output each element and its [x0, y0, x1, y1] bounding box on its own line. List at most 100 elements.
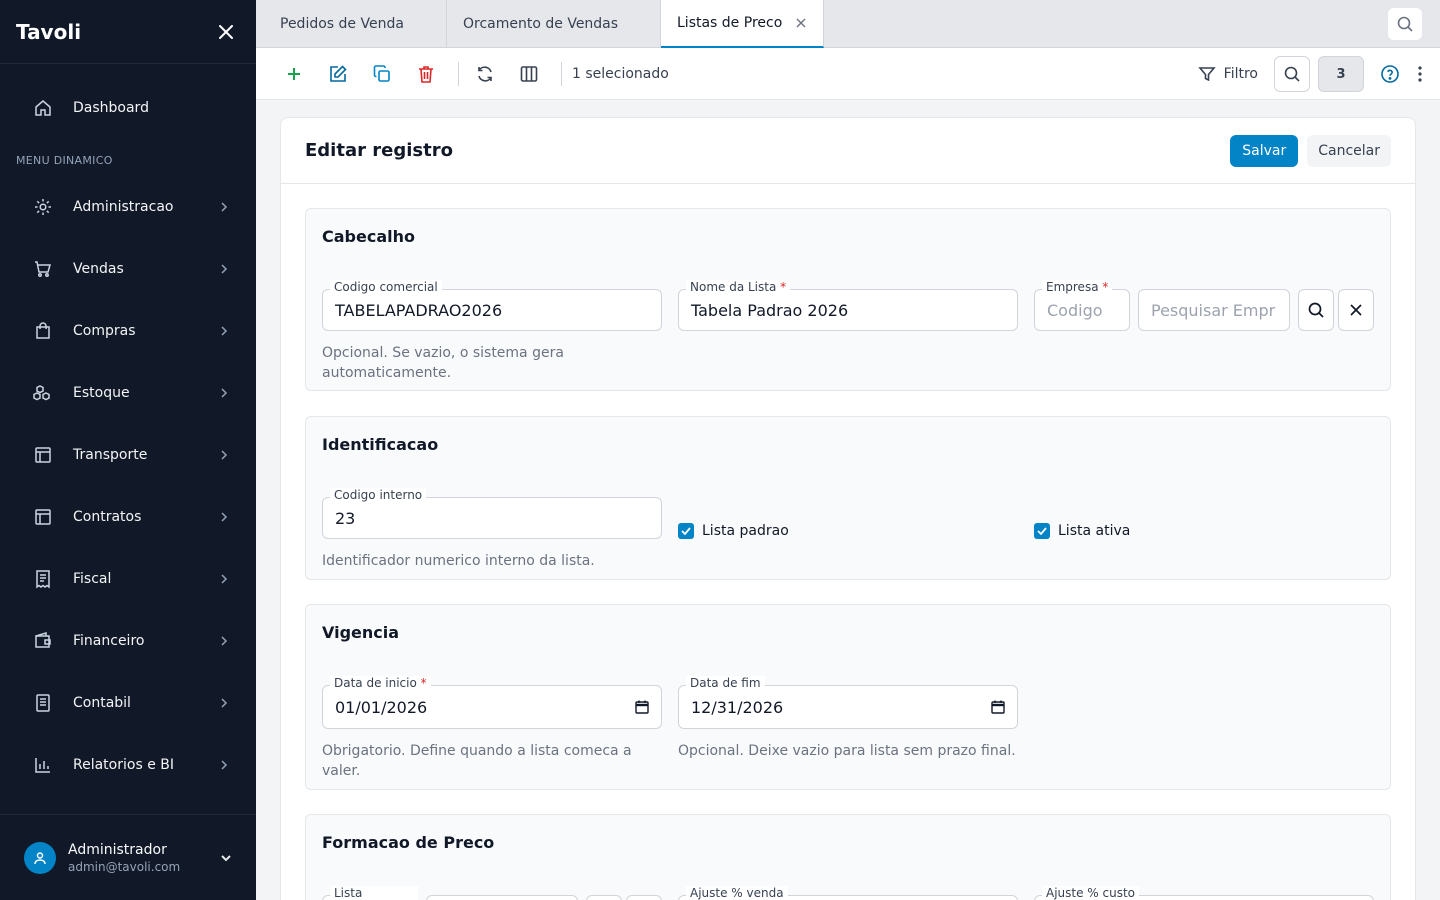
sidebar-item-dashboard[interactable]: Dashboard: [0, 86, 256, 130]
required-mark: *: [780, 280, 787, 294]
copy-icon: [373, 64, 390, 82]
lista-padrao-checkbox[interactable]: Lista padrao: [678, 523, 789, 539]
wallet-icon: [35, 631, 51, 648]
check-icon: [1037, 527, 1047, 535]
toolbar-divider: [561, 61, 562, 86]
empresa-search-placeholder: Pesquisar Empr: [1151, 300, 1276, 320]
tab-orcamento-de-vendas[interactable]: Orcamento de Vendas: [447, 0, 661, 48]
sidebar-item-label: Estoque: [73, 385, 130, 401]
calendar-icon[interactable]: [991, 700, 1005, 714]
panel-formacao-preco: Formacao de Preco Lista herdada Ajuste %…: [305, 814, 1391, 900]
section-title: Vigencia: [322, 623, 400, 642]
lista-herdada-search-input[interactable]: [426, 895, 578, 900]
edit-button[interactable]: [322, 58, 354, 90]
checkbox-label: Lista ativa: [1058, 523, 1131, 539]
calendar-icon[interactable]: [635, 700, 649, 714]
nome-lista-input[interactable]: Tabela Padrao 2026: [678, 289, 1018, 331]
empresa-code-placeholder: Codigo: [1047, 300, 1103, 320]
date-value: 01/01/2026: [335, 697, 428, 717]
checkbox-checked[interactable]: [678, 523, 694, 539]
edit-icon: [330, 64, 347, 82]
label-text: Nome da Lista: [690, 280, 777, 294]
required-mark: *: [1102, 280, 1109, 294]
sidebar-item-contratos[interactable]: Contratos: [0, 486, 256, 548]
search-icon: [1284, 66, 1300, 82]
tab-pedidos-de-venda[interactable]: Pedidos de Venda: [256, 0, 447, 48]
user-email: admin@tavoli.com: [68, 859, 181, 874]
empresa-clear-button[interactable]: [1338, 289, 1374, 331]
delete-button[interactable]: [410, 58, 442, 90]
chevron-right-icon: [221, 388, 228, 398]
sidebar-item-administracao[interactable]: Administracao: [0, 176, 256, 238]
check-icon: [681, 527, 691, 535]
field-help: Opcional. Deixe vazio para lista sem pra…: [678, 743, 1016, 759]
close-icon: [1350, 304, 1362, 316]
sidebar-item-vendas[interactable]: Vendas: [0, 238, 256, 300]
more-options-button[interactable]: [1418, 66, 1422, 82]
lista-ativa-checkbox[interactable]: Lista ativa: [1034, 523, 1130, 539]
toolbar-actions: Filtro 3: [1197, 56, 1422, 92]
tab-bar: Pedidos de Venda Orcamento de Vendas Lis…: [256, 0, 1440, 48]
record-count-badge[interactable]: 3: [1318, 56, 1364, 92]
refresh-button[interactable]: [469, 58, 501, 90]
sidebar-item-transporte[interactable]: Transporte: [0, 424, 256, 486]
sidebar-item-relatorios[interactable]: Relatorios e BI: [0, 734, 256, 796]
duplicate-button[interactable]: [366, 58, 398, 90]
data-inicio-input[interactable]: 01/01/2026: [322, 685, 662, 729]
chevron-right-icon: [221, 450, 228, 460]
required-mark: *: [420, 676, 427, 690]
field-help: Identificador numerico interno da lista.: [322, 553, 595, 569]
field-help: Obrigatorio. Define quando a lista comec…: [322, 743, 632, 779]
checkbox-checked[interactable]: [1034, 523, 1050, 539]
user-icon: [34, 851, 46, 864]
empresa-code-input[interactable]: Codigo: [1034, 289, 1130, 331]
sidebar-item-compras[interactable]: Compras: [0, 300, 256, 362]
user-menu[interactable]: Administrador admin@tavoli.com: [0, 814, 256, 900]
help-button[interactable]: [1380, 64, 1400, 84]
user-name: Administrador: [68, 841, 167, 858]
cancel-button[interactable]: Cancelar: [1307, 134, 1391, 167]
sidebar-item-label: Dashboard: [73, 100, 149, 116]
avatar: [24, 841, 56, 874]
tab-label: Pedidos de Venda: [280, 16, 404, 32]
date-value: 12/31/2026: [691, 697, 784, 717]
tab-listas-de-preco[interactable]: Listas de Preco: [661, 0, 824, 48]
bar-chart-icon: [35, 758, 50, 773]
empresa-search-input[interactable]: Pesquisar Empr: [1138, 289, 1290, 331]
tab-label: Orcamento de Vendas: [463, 16, 619, 32]
columns-button[interactable]: [513, 58, 545, 90]
sidebar-item-fiscal[interactable]: Fiscal: [0, 548, 256, 610]
checkbox-label: Lista padrao: [702, 523, 789, 539]
field-label: Codigo comercial: [330, 280, 442, 294]
field-help: Opcional. Se vazio, o sistema gera autom…: [322, 345, 564, 381]
panel-identificacao: Identificacao 23 Codigo interno Identifi…: [305, 416, 1391, 580]
codigo-comercial-input[interactable]: TABELAPADRAO2026: [322, 289, 662, 331]
toolbar-divider: [458, 61, 459, 86]
sidebar-item-estoque[interactable]: Estoque: [0, 362, 256, 424]
search-button[interactable]: [1274, 56, 1310, 92]
data-fim-input[interactable]: 12/31/2026: [678, 685, 1018, 729]
receipt-icon: [36, 570, 50, 589]
close-sidebar-button[interactable]: [212, 18, 240, 46]
add-button[interactable]: [278, 58, 310, 90]
sidebar-item-label: Compras: [73, 323, 136, 339]
empresa-search-button[interactable]: [1298, 289, 1334, 331]
codigo-interno-input[interactable]: 23: [322, 497, 662, 539]
chevron-right-icon: [221, 264, 228, 274]
global-search-button[interactable]: [1388, 8, 1422, 40]
sidebar-item-label: Administracao: [73, 199, 174, 215]
sidebar-item-financeiro[interactable]: Financeiro: [0, 610, 256, 672]
brand-logo: Tavoli: [16, 19, 82, 44]
field-label: Ajuste % custo: [1042, 886, 1140, 900]
section-title: Formacao de Preco: [322, 833, 495, 852]
filter-button[interactable]: Filtro: [1197, 65, 1258, 83]
save-button[interactable]: Salvar: [1230, 134, 1299, 167]
lista-herdada-clear-button[interactable]: [626, 895, 662, 900]
lista-herdada-search-button[interactable]: [586, 895, 622, 900]
sidebar-header: Tavoli: [0, 0, 256, 64]
sidebar-item-label: Transporte: [73, 447, 148, 463]
sidebar-item-label: Contratos: [73, 509, 142, 525]
close-tab-icon[interactable]: [796, 18, 806, 28]
plus-icon: [288, 67, 300, 80]
sidebar-item-contabil[interactable]: Contabil: [0, 672, 256, 734]
